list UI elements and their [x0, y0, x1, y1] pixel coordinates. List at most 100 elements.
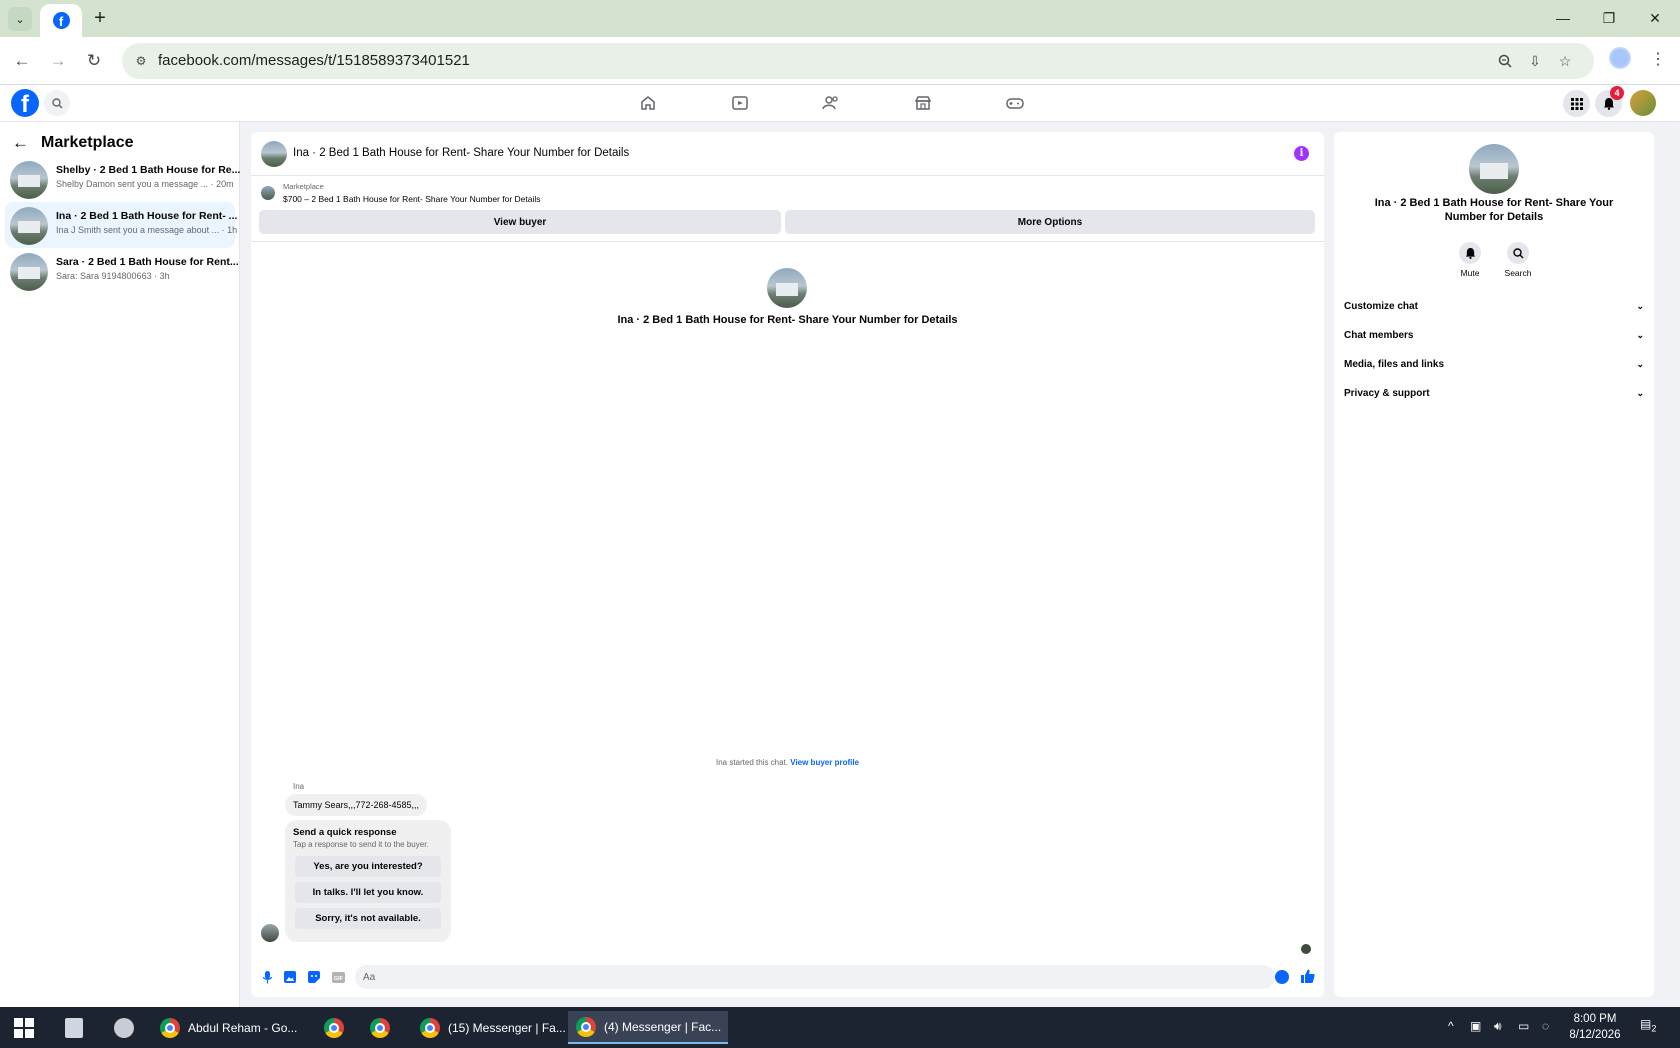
listing-thumbnail[interactable] [261, 186, 275, 200]
chat-started-notice: Ina started this chat. View buyer profil… [251, 758, 1324, 767]
listing-thumbnail [10, 161, 48, 199]
more-options-button[interactable]: More Options [785, 210, 1315, 234]
emoji-icon[interactable] [1275, 970, 1289, 984]
taskbar-chrome-window-2[interactable] [316, 1011, 356, 1044]
video-icon[interactable] [720, 89, 760, 117]
taskbar-chrome-window-active[interactable]: (4) Messenger | Fac... [568, 1011, 728, 1044]
chat-title[interactable]: Ina · 2 Bed 1 Bath House for Rent- Share… [293, 147, 629, 159]
install-app-icon[interactable]: ⇩ [1524, 51, 1546, 71]
taskbar-app-calculator[interactable] [56, 1011, 92, 1044]
conversation-item-shelby[interactable]: Shelby · 2 Bed 1 Bath House for Re... Sh… [5, 156, 240, 202]
tab-search-menu-button[interactable]: ⌄ [8, 7, 32, 31]
listing-source-label: Marketplace [283, 182, 324, 191]
sync-icon[interactable]: ◌ [1542, 1019, 1549, 1033]
sender-avatar[interactable] [261, 924, 279, 942]
listing-title[interactable]: $700 – 2 Bed 1 Bath House for Rent- Shar… [283, 194, 541, 204]
windows-start-icon[interactable] [14, 1018, 34, 1038]
taskbar-clock[interactable]: 8:00 PM 8/12/2026 [1560, 1011, 1630, 1043]
message-composer: GIF [251, 962, 1324, 992]
quick-response-button[interactable]: In talks. I'll let you know. [295, 882, 441, 903]
browser-menu-icon[interactable]: ⋮ [1647, 46, 1669, 72]
notification-count-badge: 4 [1610, 86, 1624, 100]
new-tab-button[interactable]: + [88, 6, 112, 30]
browser-profile-avatar[interactable] [1609, 47, 1631, 69]
restore-icon[interactable]: ❐ [1586, 4, 1632, 32]
taskbar-chrome-window-1[interactable]: Abdul Reham - Go... [152, 1011, 310, 1044]
zoom-icon[interactable] [1494, 51, 1516, 71]
like-thumb-icon[interactable] [1300, 968, 1316, 984]
chevron-down-icon: ⌄ [1636, 358, 1644, 369]
minimize-icon[interactable]: — [1540, 4, 1586, 32]
chat-panel: Ina · 2 Bed 1 Bath House for Rent- Share… [251, 132, 1324, 997]
conversation-info-icon[interactable]: i [1294, 146, 1309, 161]
browser-toolbar: ← → ↻ ⚙ facebook.com/messages/t/15185893… [0, 37, 1680, 85]
taskbar-app-label: (4) Messenger | Fac... [604, 1019, 722, 1034]
address-bar[interactable]: ⚙ facebook.com/messages/t/15185893734015… [122, 43, 1594, 79]
app-icon [65, 1017, 83, 1038]
meet-now-icon[interactable]: ▣ [1470, 1019, 1481, 1033]
section-privacy-support[interactable]: Privacy & support ⌄ [1344, 381, 1644, 405]
show-hidden-icons-icon[interactable]: ^ [1448, 1019, 1454, 1033]
section-chat-members[interactable]: Chat members ⌄ [1344, 323, 1644, 347]
windows-taskbar: Abdul Reham - Go... (15) Messenger | Fa.… [0, 1007, 1680, 1048]
chevron-down-icon: ⌄ [1636, 387, 1644, 398]
gaming-icon[interactable] [995, 89, 1035, 117]
action-center-icon[interactable]: ▤2 [1640, 1017, 1662, 1037]
back-arrow-icon[interactable]: ← [12, 133, 32, 153]
mute-button[interactable]: Mute [1450, 242, 1490, 278]
conversation-item-sara[interactable]: Sara · 2 Bed 1 Bath House for Rent... Sa… [5, 248, 239, 294]
reload-icon[interactable]: ↻ [80, 47, 108, 75]
chat-avatar[interactable] [261, 141, 287, 167]
search-in-conversation-button[interactable]: Search [1498, 242, 1538, 278]
friends-icon[interactable] [811, 89, 851, 117]
facebook-header: f 4 [0, 85, 1680, 122]
url-text[interactable]: facebook.com/messages/t/1518589373401521 [158, 52, 470, 69]
marketplace-icon[interactable] [903, 89, 943, 117]
browser-tab-bar: ⌄ f + — ❐ ✕ [0, 0, 1680, 37]
read-receipt-avatar [1301, 944, 1311, 954]
message-input[interactable] [355, 965, 1275, 989]
network-icon[interactable]: ▭ [1518, 1019, 1529, 1033]
account-avatar[interactable] [1630, 90, 1656, 116]
section-customize-chat[interactable]: Customize chat ⌄ [1344, 294, 1644, 318]
facebook-logo-icon[interactable]: f [11, 89, 39, 117]
home-icon[interactable] [628, 89, 668, 117]
quick-response-button[interactable]: Sorry, it's not available. [295, 908, 441, 929]
taskbar-chrome-window-4[interactable]: (15) Messenger | Fa... [412, 1011, 566, 1044]
svg-text:GIF: GIF [333, 976, 343, 982]
volume-icon[interactable]: 🔊︎ [1494, 1019, 1502, 1034]
chat-intro-avatar [767, 268, 807, 308]
photo-icon[interactable] [283, 970, 297, 984]
started-text: Ina started this chat. [715, 758, 789, 767]
menu-grid-icon[interactable] [1563, 90, 1590, 117]
conversation-title: Sara · 2 Bed 1 Bath House for Rent... [56, 256, 239, 268]
listing-banner: Marketplace $700 – 2 Bed 1 Bath House fo… [251, 176, 1324, 242]
chrome-icon [576, 1016, 596, 1037]
chat-details-panel: Ina · 2 Bed 1 Bath House for Rent- Share… [1334, 132, 1654, 997]
conversation-preview: Sara: Sara 9194800663 · 3h [56, 271, 170, 281]
search-icon [1507, 242, 1529, 264]
back-icon[interactable]: ← [8, 47, 36, 75]
taskbar-app-tool[interactable] [106, 1011, 142, 1044]
bookmark-star-icon[interactable]: ☆ [1554, 51, 1576, 71]
search-icon[interactable] [44, 90, 70, 116]
conversation-title: Shelby · 2 Bed 1 Bath House for Re... [56, 164, 241, 176]
taskbar-chrome-window-3[interactable] [362, 1011, 402, 1044]
taskbar-app-label: Abdul Reham - Go... [188, 1020, 298, 1035]
forward-icon[interactable]: → [44, 47, 72, 75]
chrome-icon [324, 1017, 344, 1038]
conversation-item-ina[interactable]: Ina · 2 Bed 1 Bath House for Rent- ... I… [5, 202, 237, 248]
listing-thumbnail [10, 253, 48, 291]
quick-response-button[interactable]: Yes, are you interested? [295, 856, 441, 877]
chrome-icon [160, 1017, 180, 1038]
gif-icon[interactable]: GIF [331, 970, 345, 984]
sticker-icon[interactable] [307, 970, 321, 984]
close-window-icon[interactable]: ✕ [1632, 4, 1678, 32]
sender-name: Ina [293, 782, 305, 791]
microphone-icon[interactable] [260, 970, 274, 984]
browser-tab-facebook[interactable]: f [40, 4, 82, 37]
view-buyer-button[interactable]: View buyer [259, 210, 781, 234]
site-settings-icon[interactable]: ⚙ [132, 52, 150, 70]
section-media-files-links[interactable]: Media, files and links ⌄ [1344, 352, 1644, 376]
view-buyer-profile-link[interactable]: View buyer profile [790, 758, 859, 767]
